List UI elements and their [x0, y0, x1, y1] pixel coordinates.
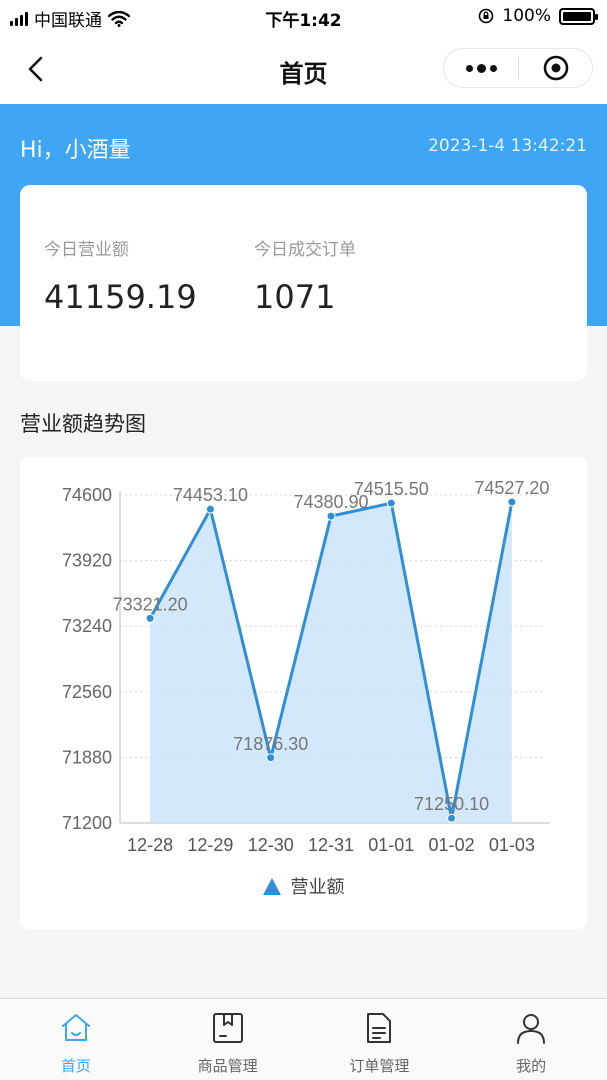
- data-point: [266, 753, 276, 763]
- y-tick-label: 73240: [62, 616, 112, 636]
- battery-percent: 100%: [502, 6, 551, 26]
- target-circle-icon[interactable]: [519, 54, 592, 82]
- chart-legend[interactable]: 营业额: [20, 873, 587, 899]
- data-point: [145, 613, 155, 623]
- legend-triangle-icon: [262, 877, 281, 895]
- x-tick-label: 12-28: [127, 835, 173, 855]
- status-bar: 中国联通 下午1:42 100%: [0, 0, 607, 34]
- data-label: 71876.30: [233, 734, 308, 754]
- legend-label: 营业额: [290, 877, 345, 898]
- data-label: 71250.10: [414, 794, 489, 814]
- tab-products-label: 商品管理: [197, 1057, 258, 1075]
- revenue-stat: 今日营业额 41159.19: [44, 235, 197, 316]
- revenue-trend-chart: 74600 73920 73240 72560 71880 71200 73321.20 74…: [62, 478, 550, 855]
- data-point: [205, 504, 215, 514]
- revenue-value: 41159.19: [44, 278, 197, 316]
- x-tick-label: 12-30: [248, 835, 294, 855]
- box-icon: [212, 1013, 243, 1043]
- rotation-lock-icon: [479, 8, 494, 24]
- status-right: 100%: [478, 6, 598, 26]
- data-point: [326, 511, 336, 521]
- tab-products[interactable]: 商品管理: [152, 999, 304, 1080]
- x-tick-label: 01-02: [429, 835, 475, 855]
- orders-label: 今日成交订单: [254, 240, 356, 260]
- nav-bar: 首页: [0, 34, 607, 104]
- user-icon: [517, 1014, 546, 1044]
- orders-value: 1071: [254, 278, 336, 316]
- y-tick-label: 71200: [62, 813, 112, 833]
- y-tick-label: 74600: [62, 485, 112, 505]
- tab-orders-label: 订单管理: [349, 1057, 410, 1075]
- greeting-text: Hi，小酒量: [20, 138, 131, 163]
- data-point: [386, 498, 396, 508]
- data-label: 74515.50: [354, 479, 429, 499]
- home-icon: [61, 1014, 90, 1041]
- data-point: [447, 813, 457, 823]
- x-tick-label: 01-01: [368, 835, 414, 855]
- x-tick-label: 01-03: [489, 835, 535, 855]
- data-point: [507, 497, 517, 507]
- battery-icon: [559, 7, 598, 25]
- x-tick-label: 12-29: [187, 835, 233, 855]
- document-icon: [367, 1013, 392, 1043]
- data-label: 74453.10: [173, 485, 248, 505]
- revenue-label: 今日营业额: [44, 240, 129, 260]
- series-area: [150, 502, 512, 823]
- more-dots-icon[interactable]: [444, 49, 518, 87]
- tab-profile[interactable]: 我的: [455, 999, 607, 1080]
- tab-bar: 首页 商品管理 订单管理 我的: [0, 998, 607, 1080]
- chart-section-title: 营业额趋势图: [20, 412, 146, 436]
- current-datetime: 2023-1-4 13:42:21: [428, 136, 587, 156]
- tab-orders[interactable]: 订单管理: [304, 999, 456, 1080]
- stats-card: 今日营业额 41159.19 今日成交订单 1071: [20, 185, 587, 381]
- data-label: 74527.20: [474, 478, 549, 498]
- y-tick-label: 71880: [62, 747, 112, 767]
- y-tick-label: 72560: [62, 682, 112, 702]
- tab-profile-label: 我的: [516, 1057, 547, 1075]
- data-label: 73321.20: [113, 594, 188, 614]
- orders-stat: 今日成交订单 1071: [254, 235, 356, 316]
- x-tick-label: 12-31: [308, 835, 354, 855]
- chart-card: 74600 73920 73240 72560 71880 71200 73321.20 74…: [20, 457, 587, 929]
- y-tick-label: 73920: [62, 551, 112, 571]
- tab-home-label: 首页: [60, 1057, 91, 1075]
- mini-program-capsule: [443, 48, 593, 88]
- tab-home[interactable]: 首页: [0, 999, 152, 1080]
